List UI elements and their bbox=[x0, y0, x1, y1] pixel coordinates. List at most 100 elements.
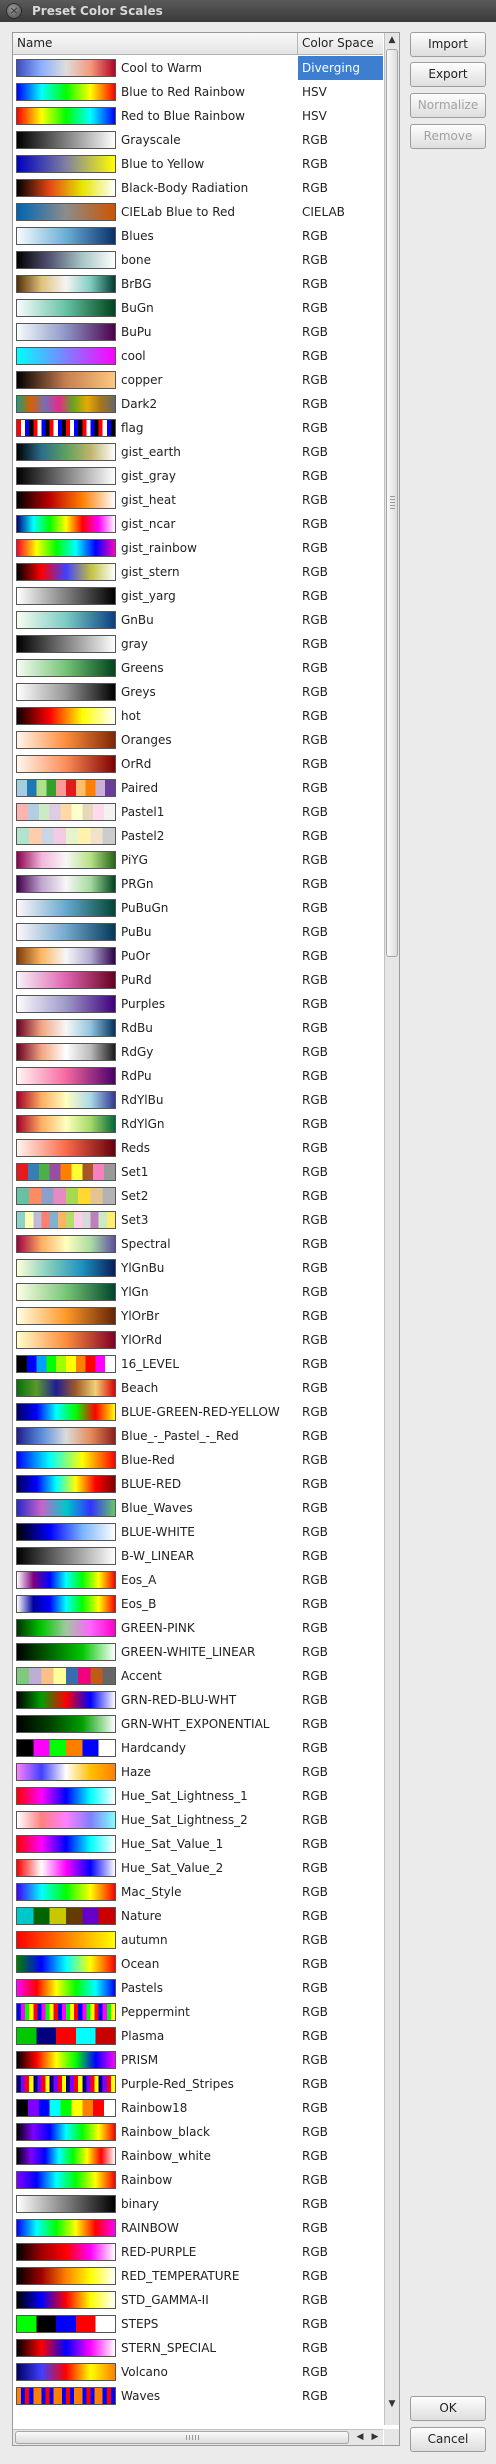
table-row[interactable]: flag RGB bbox=[13, 416, 383, 440]
table-row[interactable]: Oranges RGB bbox=[13, 728, 383, 752]
table-row[interactable]: gray RGB bbox=[13, 632, 383, 656]
normalize-button[interactable]: Normalize bbox=[410, 93, 486, 118]
table-row[interactable]: STERN_SPECIAL RGB bbox=[13, 2336, 383, 2360]
table-row[interactable]: Beach RGB bbox=[13, 1376, 383, 1400]
table-row[interactable]: Greys RGB bbox=[13, 680, 383, 704]
table-row[interactable]: Rainbow_white RGB bbox=[13, 2144, 383, 2168]
table-row[interactable]: Hue_Sat_Value_1 RGB bbox=[13, 1832, 383, 1856]
table-row[interactable]: YlGn RGB bbox=[13, 1280, 383, 1304]
table-row[interactable]: Paired RGB bbox=[13, 776, 383, 800]
table-row[interactable]: Blue to Yellow RGB bbox=[13, 152, 383, 176]
table-row[interactable]: Set3 RGB bbox=[13, 1208, 383, 1232]
ok-button[interactable]: OK bbox=[410, 2396, 486, 2421]
remove-button[interactable]: Remove bbox=[410, 124, 486, 149]
table-row[interactable]: Dark2 RGB bbox=[13, 392, 383, 416]
table-row[interactable]: PRISM RGB bbox=[13, 2048, 383, 2072]
table-row[interactable]: Set2 RGB bbox=[13, 1184, 383, 1208]
table-row[interactable]: Blue_-_Pastel_-_Red RGB bbox=[13, 1424, 383, 1448]
vertical-scrollbar[interactable]: ▲ ▼ bbox=[384, 33, 399, 2425]
table-row[interactable]: RdGy RGB bbox=[13, 1040, 383, 1064]
table-row[interactable]: GnBu RGB bbox=[13, 608, 383, 632]
table-row[interactable]: Waves RGB bbox=[13, 2384, 383, 2408]
table-row[interactable]: PuRd RGB bbox=[13, 968, 383, 992]
table-row[interactable]: gist_gray RGB bbox=[13, 464, 383, 488]
color-scale-table[interactable]: Name Color Space Cool to Warm Diverging Bl… bbox=[12, 32, 400, 2446]
table-row[interactable]: Volcano RGB bbox=[13, 2360, 383, 2384]
table-row[interactable]: Rainbow RGB bbox=[13, 2168, 383, 2192]
table-row[interactable]: PRGn RGB bbox=[13, 872, 383, 896]
table-row[interactable]: BLUE-WHITE RGB bbox=[13, 1520, 383, 1544]
table-row[interactable]: Hardcandy RGB bbox=[13, 1736, 383, 1760]
table-row[interactable]: Mac_Style RGB bbox=[13, 1880, 383, 1904]
table-row[interactable]: PuBu RGB bbox=[13, 920, 383, 944]
table-row[interactable]: GRN-RED-BLU-WHT RGB bbox=[13, 1688, 383, 1712]
scroll-right-arrow-icon[interactable]: ▶ bbox=[368, 2430, 382, 2445]
close-icon[interactable]: × bbox=[6, 3, 22, 19]
table-row[interactable]: Set1 RGB bbox=[13, 1160, 383, 1184]
table-row[interactable]: Purple-Red_Stripes RGB bbox=[13, 2072, 383, 2096]
table-row[interactable]: BLUE-GREEN-RED-YELLOW RGB bbox=[13, 1400, 383, 1424]
table-row[interactable]: RED_TEMPERATURE RGB bbox=[13, 2264, 383, 2288]
horizontal-scrollbar[interactable]: ◀ ▶ bbox=[13, 2429, 383, 2445]
import-button[interactable]: Import bbox=[410, 32, 486, 57]
table-row[interactable]: PuBuGn RGB bbox=[13, 896, 383, 920]
table-row[interactable]: Red to Blue Rainbow HSV bbox=[13, 104, 383, 128]
table-row[interactable]: RdPu RGB bbox=[13, 1064, 383, 1088]
table-row[interactable]: Eos_A RGB bbox=[13, 1568, 383, 1592]
table-row[interactable]: Cool to Warm Diverging bbox=[13, 56, 383, 80]
table-row[interactable]: CIELab Blue to Red CIELAB bbox=[13, 200, 383, 224]
table-row[interactable]: RAINBOW RGB bbox=[13, 2216, 383, 2240]
table-row[interactable]: 16_LEVEL RGB bbox=[13, 1352, 383, 1376]
table-row[interactable]: Peppermint RGB bbox=[13, 2000, 383, 2024]
scroll-left-arrow-icon[interactable]: ◀ bbox=[353, 2430, 367, 2445]
table-row[interactable]: gist_earth RGB bbox=[13, 440, 383, 464]
table-row[interactable]: Grayscale RGB bbox=[13, 128, 383, 152]
table-row[interactable]: gist_rainbow RGB bbox=[13, 536, 383, 560]
table-row[interactable]: PiYG RGB bbox=[13, 848, 383, 872]
table-row[interactable]: Greens RGB bbox=[13, 656, 383, 680]
table-row[interactable]: gist_yarg RGB bbox=[13, 584, 383, 608]
column-header-color-space[interactable]: Color Space bbox=[298, 33, 383, 54]
table-row[interactable]: binary RGB bbox=[13, 2192, 383, 2216]
table-row[interactable]: STEPS RGB bbox=[13, 2312, 383, 2336]
table-row[interactable]: bone RGB bbox=[13, 248, 383, 272]
table-row[interactable]: RdYlGn RGB bbox=[13, 1112, 383, 1136]
table-row[interactable]: gist_heat RGB bbox=[13, 488, 383, 512]
table-row[interactable]: GREEN-WHITE_LINEAR RGB bbox=[13, 1640, 383, 1664]
table-row[interactable]: gist_stern RGB bbox=[13, 560, 383, 584]
table-row[interactable]: STD_GAMMA-II RGB bbox=[13, 2288, 383, 2312]
table-row[interactable]: YlOrRd RGB bbox=[13, 1328, 383, 1352]
table-row[interactable]: B-W_LINEAR RGB bbox=[13, 1544, 383, 1568]
cancel-button[interactable]: Cancel bbox=[410, 2427, 486, 2452]
export-button[interactable]: Export bbox=[410, 62, 486, 87]
table-row[interactable]: Blues RGB bbox=[13, 224, 383, 248]
scroll-up-arrow-icon[interactable]: ▲ bbox=[385, 33, 399, 47]
table-row[interactable]: copper RGB bbox=[13, 368, 383, 392]
table-row[interactable]: Rainbow_black RGB bbox=[13, 2120, 383, 2144]
table-row[interactable]: RdYlBu RGB bbox=[13, 1088, 383, 1112]
table-row[interactable]: Haze RGB bbox=[13, 1760, 383, 1784]
table-row[interactable]: OrRd RGB bbox=[13, 752, 383, 776]
table-row[interactable]: autumn RGB bbox=[13, 1928, 383, 1952]
table-row[interactable]: hot RGB bbox=[13, 704, 383, 728]
table-row[interactable]: cool RGB bbox=[13, 344, 383, 368]
table-row[interactable]: Accent RGB bbox=[13, 1664, 383, 1688]
table-row[interactable]: BuGn RGB bbox=[13, 296, 383, 320]
scroll-down-arrow-icon[interactable]: ▼ bbox=[385, 2397, 399, 2411]
table-row[interactable]: BuPu RGB bbox=[13, 320, 383, 344]
table-row[interactable]: BrBG RGB bbox=[13, 272, 383, 296]
table-row[interactable]: Blue to Red Rainbow HSV bbox=[13, 80, 383, 104]
table-row[interactable]: YlGnBu RGB bbox=[13, 1256, 383, 1280]
table-row[interactable]: PuOr RGB bbox=[13, 944, 383, 968]
table-row[interactable]: Ocean RGB bbox=[13, 1952, 383, 1976]
table-row[interactable]: Pastels RGB bbox=[13, 1976, 383, 2000]
table-row[interactable]: Hue_Sat_Value_2 RGB bbox=[13, 1856, 383, 1880]
table-row[interactable]: Spectral RGB bbox=[13, 1232, 383, 1256]
table-row[interactable]: RED-PURPLE RGB bbox=[13, 2240, 383, 2264]
table-row[interactable]: gist_ncar RGB bbox=[13, 512, 383, 536]
table-row[interactable]: BLUE-RED RGB bbox=[13, 1472, 383, 1496]
table-row[interactable]: Nature RGB bbox=[13, 1904, 383, 1928]
table-row[interactable]: Eos_B RGB bbox=[13, 1592, 383, 1616]
table-row[interactable]: Black-Body Radiation RGB bbox=[13, 176, 383, 200]
table-row[interactable]: Reds RGB bbox=[13, 1136, 383, 1160]
